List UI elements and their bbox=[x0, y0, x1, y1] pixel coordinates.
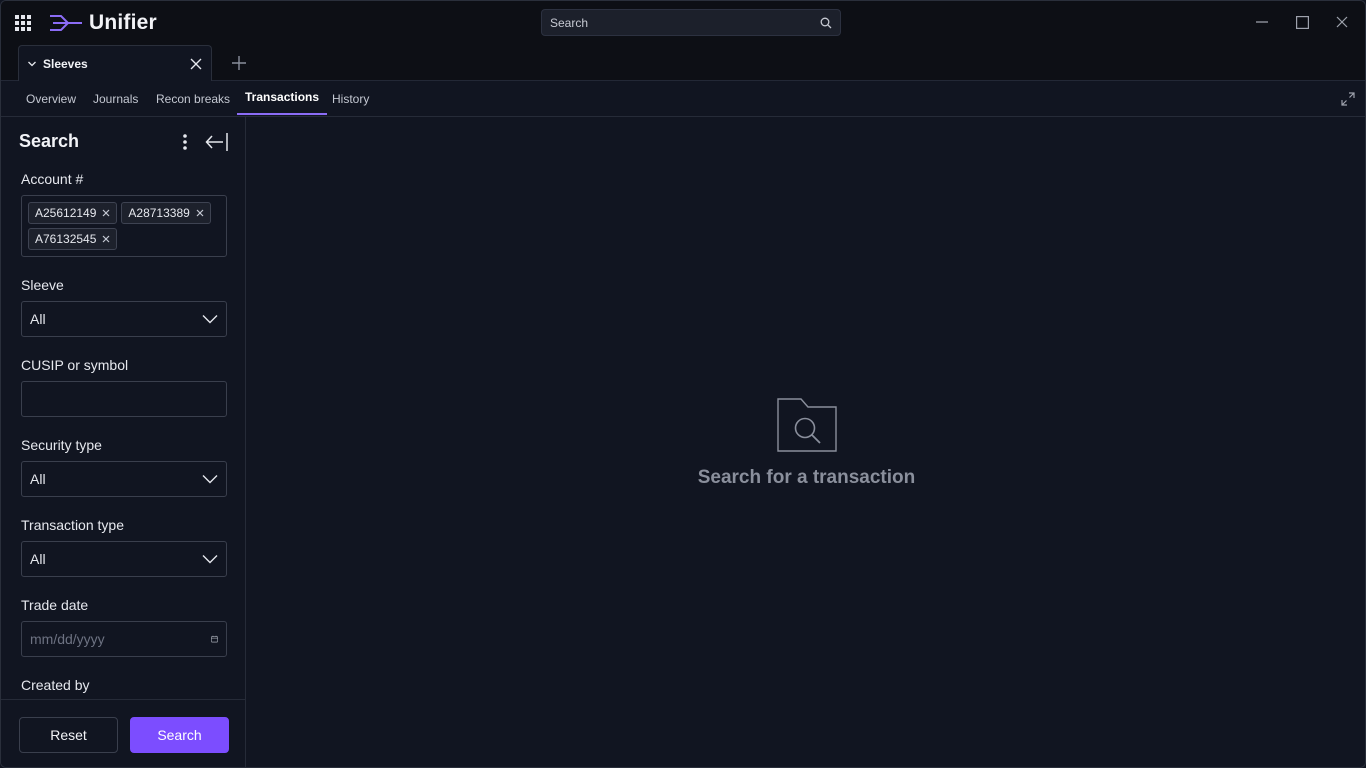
minimize-icon bbox=[1256, 21, 1268, 23]
tab-overview[interactable]: Overview bbox=[26, 81, 76, 117]
collapse-left-icon[interactable] bbox=[205, 132, 229, 152]
cusip-input-box[interactable] bbox=[21, 381, 227, 417]
sleeve-label: Sleeve bbox=[21, 277, 64, 293]
sleeve-value: All bbox=[30, 311, 46, 327]
security-type-value: All bbox=[30, 471, 46, 487]
document-tab-strip: Sleeves bbox=[1, 45, 1365, 81]
security-type-field: Security type All bbox=[21, 437, 227, 497]
account-chip[interactable]: A28713389 bbox=[121, 202, 211, 224]
account-chip-input[interactable]: A25612149 A28713389 A76132545 bbox=[21, 195, 227, 257]
search-sidebar: Search Account # A25612149 A28713389 A76… bbox=[1, 117, 246, 767]
maximize-icon bbox=[1295, 15, 1309, 29]
tab-journals[interactable]: Journals bbox=[93, 81, 138, 117]
calendar-icon[interactable] bbox=[211, 631, 218, 647]
doc-tab-label: Sleeves bbox=[43, 56, 88, 71]
account-chip-label: A25612149 bbox=[35, 206, 97, 220]
transaction-type-label: Transaction type bbox=[21, 517, 124, 533]
cusip-label: CUSIP or symbol bbox=[21, 357, 129, 373]
sidebar-title: Search bbox=[19, 131, 80, 151]
search-form: Account # A25612149 A28713389 A76132545 … bbox=[21, 171, 227, 699]
app-name: Unifier bbox=[89, 11, 157, 34]
account-chip-label: A76132545 bbox=[35, 232, 97, 246]
reset-button[interactable]: Reset bbox=[19, 717, 118, 753]
chevron-down-icon[interactable] bbox=[27, 59, 37, 69]
cusip-input[interactable] bbox=[30, 391, 218, 407]
close-icon[interactable] bbox=[102, 235, 110, 243]
title-bar: Unifier bbox=[1, 1, 1365, 45]
search-button[interactable]: Search bbox=[130, 717, 229, 753]
sub-navigation: Overview Journals Recon breaks Transacti… bbox=[1, 79, 1365, 117]
expand-icon[interactable] bbox=[1341, 92, 1355, 106]
close-icon[interactable] bbox=[196, 209, 204, 217]
created-by-label: Created by bbox=[21, 677, 90, 693]
security-type-label: Security type bbox=[21, 437, 102, 453]
account-label: Account # bbox=[21, 171, 84, 187]
doc-tab-sleeves[interactable]: Sleeves bbox=[18, 45, 212, 81]
maximize-button[interactable] bbox=[1293, 13, 1311, 31]
sleeve-select[interactable]: All bbox=[21, 301, 227, 337]
sleeve-field: Sleeve All bbox=[21, 277, 227, 337]
created-by-field: Created by bbox=[21, 677, 227, 699]
tab-history[interactable]: History bbox=[332, 81, 369, 117]
close-icon[interactable] bbox=[102, 209, 110, 217]
tab-transactions[interactable]: Transactions bbox=[236, 79, 328, 115]
app-window: Unifier Search Sleeves Overview Journals… bbox=[0, 0, 1366, 768]
global-search[interactable] bbox=[541, 9, 841, 36]
cusip-field: CUSIP or symbol bbox=[21, 357, 227, 417]
transaction-type-field: Transaction type All bbox=[21, 517, 227, 577]
close-window-button[interactable] bbox=[1333, 13, 1351, 31]
security-type-select[interactable]: All bbox=[21, 461, 227, 497]
close-icon bbox=[1336, 16, 1348, 28]
transaction-type-select[interactable]: All bbox=[21, 541, 227, 577]
plus-icon[interactable] bbox=[230, 54, 248, 72]
minimize-button[interactable] bbox=[1253, 13, 1271, 31]
close-icon[interactable] bbox=[189, 57, 203, 71]
search-icon[interactable] bbox=[820, 17, 832, 29]
tab-recon-breaks[interactable]: Recon breaks bbox=[156, 81, 230, 117]
account-field: Account # A25612149 A28713389 A76132545 bbox=[21, 171, 227, 257]
account-chip[interactable]: A25612149 bbox=[28, 202, 118, 224]
trade-date-field: Trade date bbox=[21, 597, 227, 657]
sidebar-footer: Reset Search bbox=[1, 699, 245, 767]
trade-date-input-box[interactable] bbox=[21, 621, 227, 657]
transaction-type-value: All bbox=[30, 551, 46, 567]
chevron-down-icon bbox=[202, 555, 218, 564]
more-vertical-icon[interactable] bbox=[179, 133, 191, 151]
main-content: Search for a transaction bbox=[246, 117, 1365, 767]
unifier-logo-icon bbox=[50, 15, 82, 31]
empty-state: Search for a transaction bbox=[246, 397, 1365, 489]
trade-date-input[interactable] bbox=[30, 631, 211, 647]
app-logo: Unifier bbox=[49, 11, 157, 35]
chevron-down-icon bbox=[202, 475, 218, 484]
sidebar-header: Search bbox=[19, 131, 231, 153]
folder-search-icon bbox=[776, 398, 837, 452]
apps-grid-icon[interactable] bbox=[15, 15, 31, 31]
global-search-input[interactable] bbox=[550, 15, 820, 30]
account-chip[interactable]: A76132545 bbox=[28, 228, 118, 250]
account-chip-label: A28713389 bbox=[128, 206, 190, 220]
trade-date-label: Trade date bbox=[21, 597, 89, 613]
empty-state-message: Search for a transaction bbox=[697, 467, 916, 488]
chevron-down-icon bbox=[202, 315, 218, 324]
